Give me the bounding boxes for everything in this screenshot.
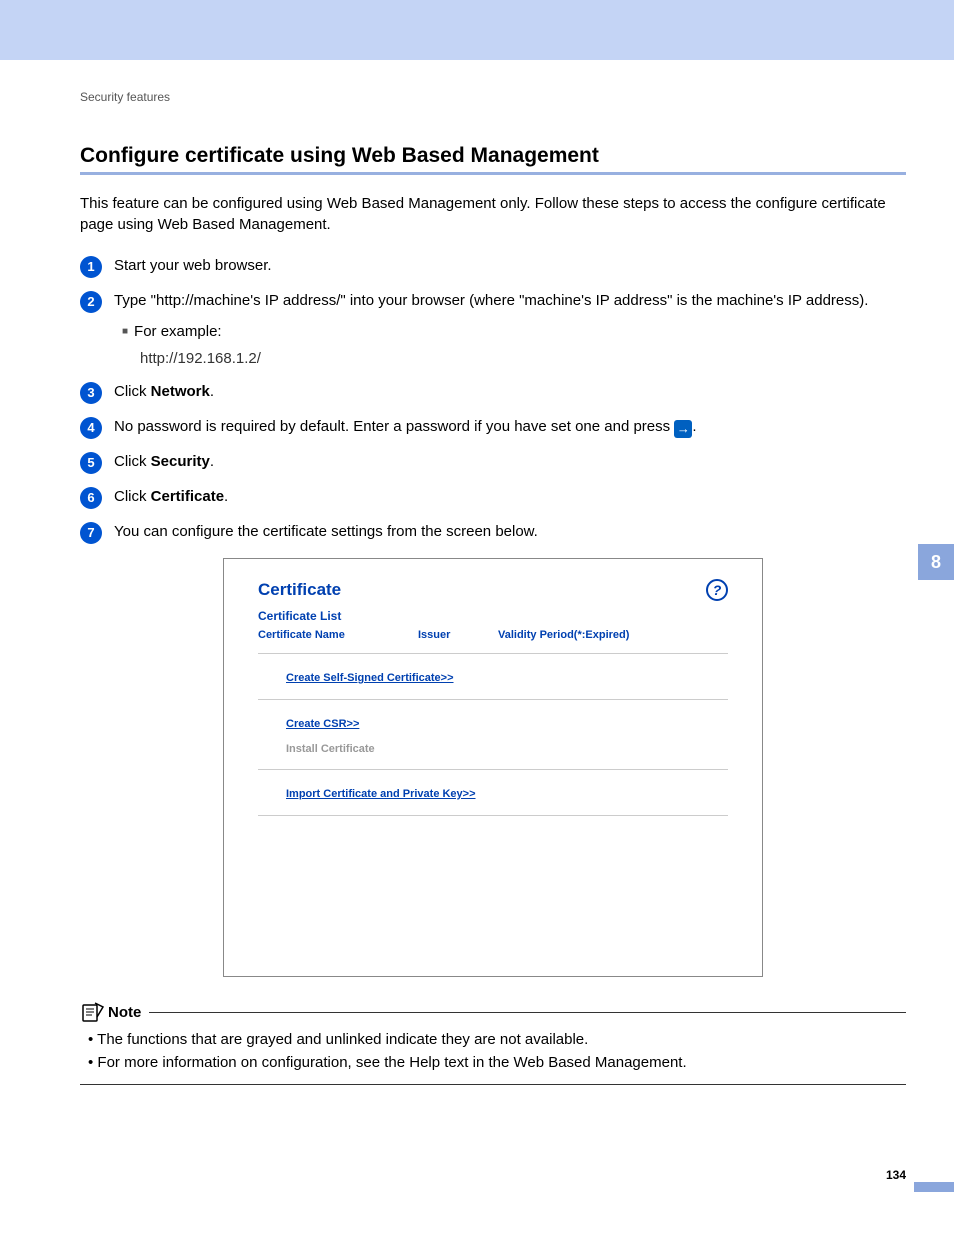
chapter-tab: 8 (918, 544, 954, 580)
step-1-text: Start your web browser. (114, 255, 906, 276)
step-4-pre: No password is required by default. Ente… (114, 418, 674, 435)
example-label: For example: (122, 321, 906, 342)
page-title: Configure certificate using Web Based Ma… (80, 144, 906, 175)
step-6: 6 Click Certificate. (80, 486, 906, 509)
install-certificate-disabled: Install Certificate (286, 743, 728, 755)
step-7: 7 You can configure the certificate sett… (80, 521, 906, 544)
intro-paragraph: This feature can be configured using Web… (80, 193, 906, 235)
step-6-bold: Certificate (151, 488, 224, 505)
step-5-post: . (210, 453, 214, 470)
submit-arrow-icon[interactable]: → (674, 420, 692, 438)
step-1: 1 Start your web browser. (80, 255, 906, 278)
note-list: The functions that are grayed and unlink… (80, 1029, 906, 1085)
page-content: Security features Configure certificate … (0, 60, 954, 1085)
step-5: 5 Click Security. (80, 451, 906, 474)
certificate-list-heading: Certificate List (258, 609, 728, 623)
certificate-panel: Certificate ? Certificate List Certifica… (223, 558, 763, 977)
step-5-bold: Security (151, 453, 210, 470)
step-3: 3 Click Network. (80, 381, 906, 404)
step-badge-6: 6 (80, 487, 102, 509)
step-7-text: You can configure the certificate settin… (114, 521, 906, 542)
step-badge-4: 4 (80, 417, 102, 439)
step-badge-3: 3 (80, 382, 102, 404)
footer-accent (914, 1182, 954, 1192)
page-number: 134 (886, 1168, 906, 1182)
step-badge-5: 5 (80, 452, 102, 474)
step-3-pre: Click (114, 383, 151, 400)
panel-title: Certificate (258, 580, 341, 600)
top-banner (0, 0, 954, 60)
step-badge-7: 7 (80, 522, 102, 544)
steps-list: 1 Start your web browser. 2 Type "http:/… (80, 255, 906, 544)
help-icon[interactable]: ? (706, 579, 728, 601)
step-2-text: Type "http://machine's IP address/" into… (114, 292, 868, 309)
note-label: Note (108, 1004, 141, 1021)
step-6-pre: Click (114, 488, 151, 505)
note-item-2: For more information on configuration, s… (80, 1052, 906, 1075)
note-item-1: The functions that are grayed and unlink… (80, 1029, 906, 1052)
breadcrumb: Security features (80, 90, 906, 104)
example-url: http://192.168.1.2/ (140, 348, 906, 369)
col-certificate-name: Certificate Name (258, 629, 418, 641)
col-issuer: Issuer (418, 629, 498, 641)
step-badge-2: 2 (80, 291, 102, 313)
note-icon (80, 1001, 104, 1023)
step-6-post: . (224, 488, 228, 505)
note-rule (149, 1012, 906, 1013)
certificate-columns: Certificate Name Issuer Validity Period(… (258, 629, 728, 641)
col-validity: Validity Period(*:Expired) (498, 629, 728, 641)
step-4-post: . (692, 418, 696, 435)
link-import-certificate[interactable]: Import Certificate and Private Key>> (286, 788, 476, 800)
step-3-post: . (210, 383, 214, 400)
link-create-self-signed[interactable]: Create Self-Signed Certificate>> (286, 672, 454, 684)
note-header: Note (80, 1001, 906, 1023)
step-5-pre: Click (114, 453, 151, 470)
link-create-csr[interactable]: Create CSR>> (286, 718, 359, 730)
step-4: 4 No password is required by default. En… (80, 416, 906, 439)
step-2: 2 Type "http://machine's IP address/" in… (80, 290, 906, 369)
step-badge-1: 1 (80, 256, 102, 278)
step-3-bold: Network (151, 383, 210, 400)
